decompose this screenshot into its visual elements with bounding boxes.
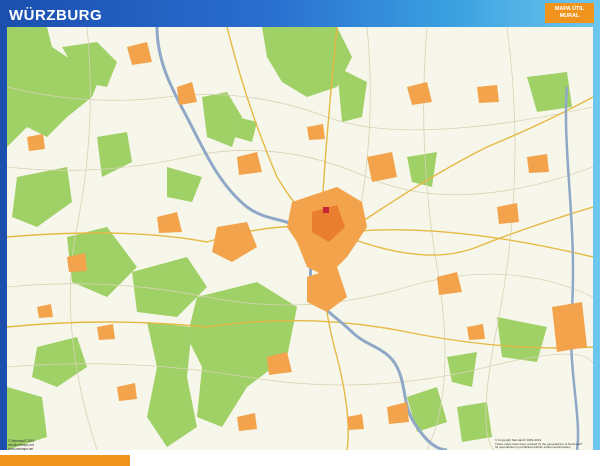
town [437,272,462,295]
east-river [564,86,580,450]
town [477,85,499,103]
forest-area [447,352,477,387]
footer-right-line: Its reproduction is prohibited without w… [495,445,571,450]
forest-area [407,387,447,432]
forest-area [147,322,197,447]
badge-line-2: MURAL [559,13,580,19]
forest-area [97,132,132,177]
forest-area [235,117,257,142]
town [497,203,519,224]
forest-area [407,152,437,187]
town [237,152,262,175]
town [237,413,257,431]
town [37,304,53,318]
town [467,324,485,340]
town [367,152,397,182]
map-canvas[interactable] [7,27,593,450]
footer-right-text: © Copyright Netmaps® 1983-2019 These map… [495,438,590,450]
town [177,82,197,105]
footer-left-text: © Netmaps® 2019 info@netmaps.net www.net… [8,439,98,451]
town [97,324,115,340]
town [407,82,432,105]
road [7,86,593,131]
badge-line-1: MAPA ÚTIL [554,6,585,12]
town [157,212,182,233]
landmark [323,207,329,213]
town [387,402,409,424]
footer-left-line: www.netmaps.net [8,447,34,451]
forest-area [167,167,202,202]
forest-area [12,167,72,227]
map-svg [7,27,593,450]
town [347,414,364,430]
map-title: WÜRZBURG [9,7,103,24]
town [552,302,587,352]
town [307,124,325,140]
highway [346,206,593,256]
town [212,222,257,262]
road [7,149,593,196]
forest-area [457,402,492,442]
forest-area [202,92,242,147]
forest-area [337,67,367,122]
forest-area [497,317,547,362]
town [307,267,347,312]
forest-area [262,27,352,97]
town [127,42,152,65]
town [27,134,45,151]
road [7,353,593,386]
footer-accent-bar [0,455,130,466]
brand-badge: MAPA ÚTIL MURAL [545,3,594,23]
town [527,154,549,173]
town [117,383,137,401]
